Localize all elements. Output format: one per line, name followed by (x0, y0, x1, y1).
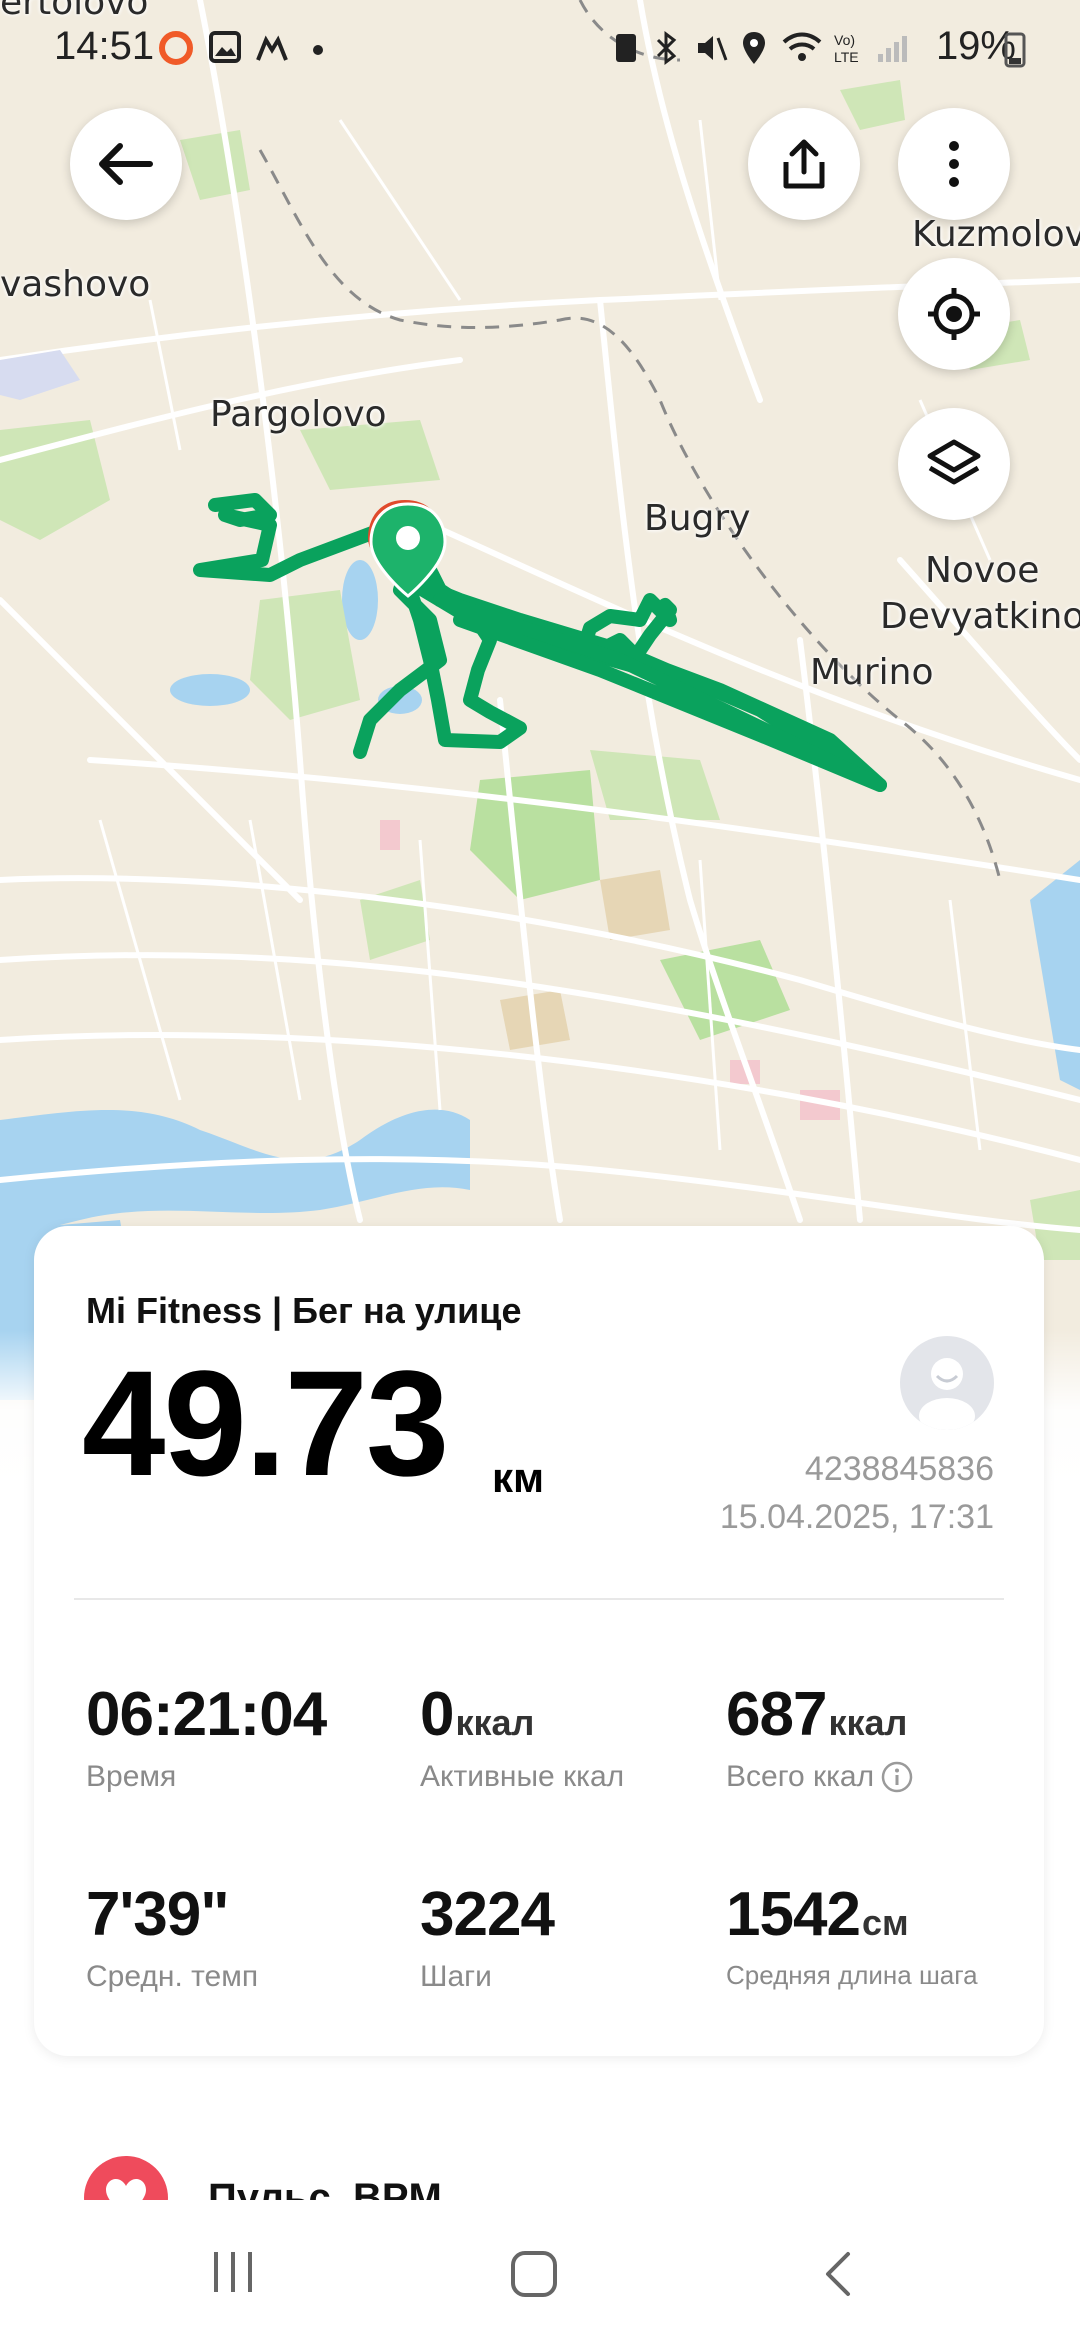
system-nav-bar (0, 2200, 1080, 2340)
stat-value: 06:21:04 (86, 1680, 327, 1749)
info-icon[interactable] (880, 1760, 914, 1794)
home-icon[interactable] (510, 2250, 558, 2298)
stat-label: Средняя длина шага (726, 1960, 978, 1990)
layers-button[interactable] (898, 408, 1010, 520)
map[interactable] (0, 0, 1080, 1400)
alarm-icon (256, 35, 288, 61)
user-icon (919, 1358, 975, 1430)
stat-value: 1542 (726, 1880, 861, 1949)
dot-icon (313, 45, 323, 55)
status-bar: 14:51 Vo) LTE 19% (0, 0, 1080, 100)
map-label-kuzmolov: Kuzmolov (912, 214, 1080, 255)
crosshair-icon (928, 288, 980, 340)
locate-button[interactable] (898, 258, 1010, 370)
stat-value: 7'39" (86, 1880, 230, 1949)
stat-label: Всего ккал (726, 1760, 875, 1793)
arrow-left-icon (99, 143, 153, 185)
share-icon (783, 139, 825, 189)
battery-saver-icon (616, 34, 636, 62)
battery-icon (1004, 32, 1026, 68)
stat-label: Активные ккал (420, 1760, 625, 1793)
more-options-button[interactable] (898, 108, 1010, 220)
back-icon[interactable] (822, 2250, 852, 2298)
stat-unit: ккал (828, 1702, 908, 1743)
volte-icon: Vo)LTE (834, 32, 859, 65)
distance-value: 49.73 (82, 1339, 449, 1507)
user-id: 4238845836 (804, 1450, 994, 1488)
bluetooth-icon (656, 31, 677, 65)
stat-active-kcal: 0ккал Активные ккал (420, 1684, 624, 1794)
svg-text:Vo): Vo) (834, 32, 855, 48)
share-button[interactable] (748, 108, 860, 220)
record-icon (159, 31, 193, 65)
stat-label: Шаги (420, 1960, 492, 1993)
more-vert-icon (949, 141, 959, 187)
divider (74, 1598, 1004, 1600)
workout-summary-card: Mi Fitness | Бег на улице 49.73 км 42388… (34, 1226, 1044, 2056)
wifi-icon (782, 32, 822, 61)
stat-label: Время (86, 1760, 177, 1793)
svg-text:LTE: LTE (834, 49, 859, 65)
layers-icon (927, 439, 981, 485)
mute-icon (698, 36, 728, 61)
stat-value: 3224 (420, 1880, 555, 1949)
stat-value: 0 (420, 1680, 454, 1749)
stat-unit: см (861, 1902, 909, 1943)
distance-unit: км (492, 1454, 545, 1501)
workout-date: 15.04.2025, 17:31 (719, 1498, 994, 1536)
signal-icon (878, 36, 907, 62)
stat-unit: ккал (455, 1702, 535, 1743)
stat-stride-length: 1542см Средняя длина шага (726, 1884, 978, 1991)
stat-value: 687 (726, 1680, 827, 1749)
stat-duration: 06:21:04 Время (86, 1684, 327, 1794)
location-icon (743, 32, 765, 64)
stat-total-kcal: 687ккал Всего ккал (726, 1684, 914, 1794)
avatar[interactable] (900, 1336, 994, 1430)
stat-avg-pace: 7'39" Средн. темп (86, 1884, 258, 1994)
map-label-pargolovo: Pargolovo (210, 394, 387, 435)
gallery-icon (209, 31, 241, 63)
stat-label: Средн. темп (86, 1960, 259, 1993)
workout-title: Mi Fitness | Бег на улице (86, 1290, 522, 1331)
recents-icon[interactable] (210, 2250, 256, 2294)
status-time: 14:51 (54, 24, 155, 68)
stat-steps: 3224 Шаги (420, 1884, 555, 1994)
map-label-murino: Murino (810, 652, 934, 693)
map-label-novoe-devyatkino: Novoe Devyatkino (880, 550, 1080, 637)
back-button[interactable] (70, 108, 182, 220)
map-label-vashovo: vashovo (0, 264, 151, 305)
map-label-bugry: Bugry (644, 498, 751, 539)
